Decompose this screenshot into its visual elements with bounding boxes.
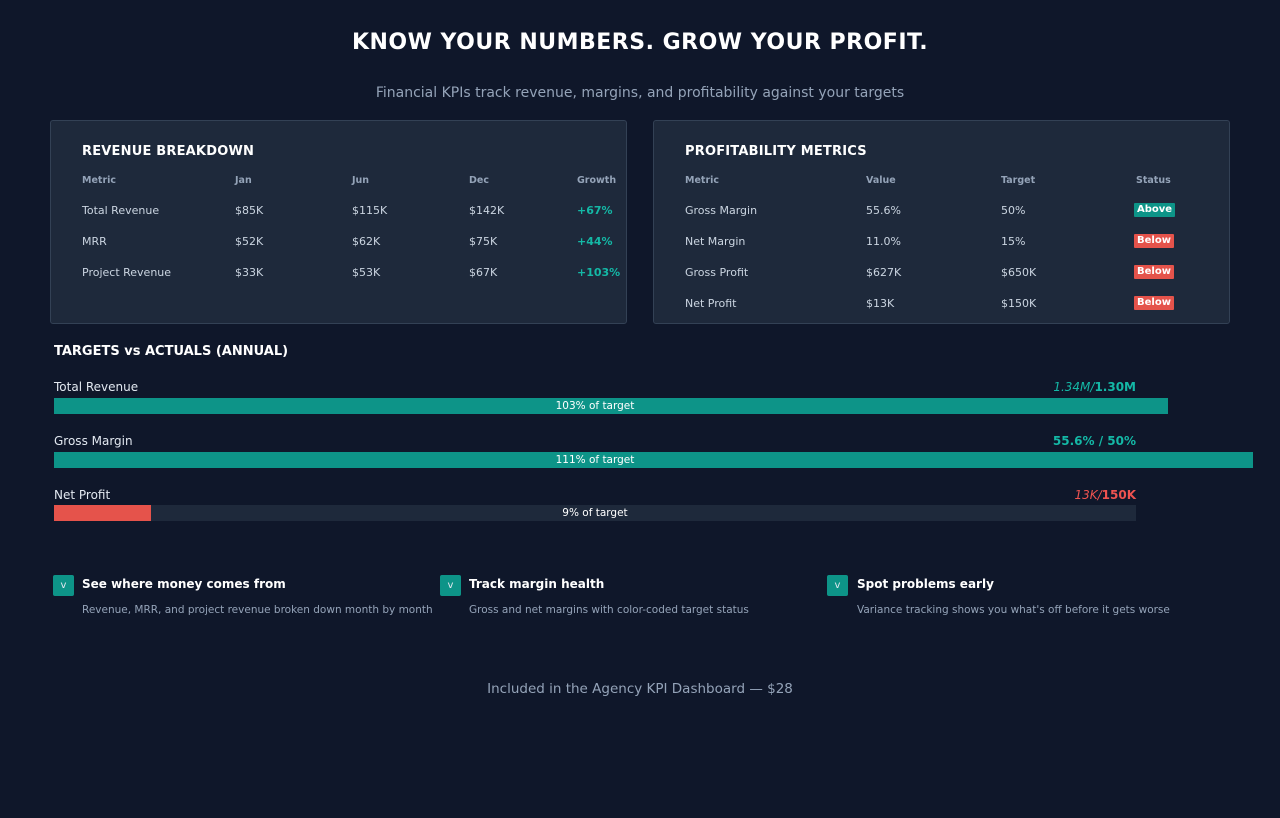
status-badge: Below: [1134, 296, 1174, 310]
feature-description: Revenue, MRR, and project revenue broken…: [82, 604, 433, 616]
feature-title: See where money comes from: [82, 577, 286, 591]
profit-header-metric: Metric: [685, 175, 720, 186]
progress-text: 103% of target: [555, 400, 635, 412]
check-icon: v: [440, 575, 461, 596]
revenue-cell-metric: Project Revenue: [82, 266, 172, 279]
progress-target: 150K: [1101, 488, 1136, 502]
revenue-header-jun: Jun: [352, 175, 370, 186]
revenue-header-jan: Jan: [235, 175, 252, 186]
profit-cell-metric: Net Margin: [685, 235, 746, 248]
progress-track: 103% of target: [54, 398, 1169, 414]
targets-section-title: TARGETS vs ACTUALS (ANNUAL): [54, 344, 289, 359]
revenue-cell-jun: $53K: [352, 266, 381, 279]
progress-label: Net Profit: [54, 488, 111, 502]
revenue-cell-jan: $52K: [235, 235, 264, 248]
status-badge: Below: [1134, 265, 1174, 279]
revenue-cell-metric: MRR: [82, 235, 107, 248]
hero-title: KNOW YOUR NUMBERS. GROW YOUR PROFIT.: [351, 30, 929, 55]
profit-header-status: Status: [1136, 175, 1171, 186]
progress-actual: 13K/: [1074, 488, 1102, 502]
profit-cell-target: $650K: [1001, 266, 1037, 279]
revenue-breakdown-title: REVENUE BREAKDOWN: [82, 144, 255, 159]
progress-target: 50%: [1107, 434, 1136, 448]
revenue-cell-jan: $85K: [235, 204, 264, 217]
profit-header-target: Target: [1001, 175, 1036, 186]
revenue-header-growth: Growth: [577, 175, 617, 186]
profit-cell-metric: Gross Profit: [685, 266, 749, 279]
profit-cell-target: 50%: [1001, 204, 1026, 217]
revenue-header-metric: Metric: [82, 175, 117, 186]
revenue-cell-dec: $142K: [469, 204, 505, 217]
feature-title: Track margin health: [469, 577, 605, 591]
progress-actual: 1.34M/: [1053, 380, 1095, 394]
profit-cell-value: $13K: [866, 297, 895, 310]
profitability-metrics-card: PROFITABILITY METRICS Metric Value Targe…: [653, 120, 1230, 324]
feature-title: Spot problems early: [857, 577, 994, 591]
progress-label: Gross Margin: [54, 434, 133, 448]
progress-text: 111% of target: [555, 454, 635, 466]
revenue-cell-metric: Total Revenue: [82, 204, 160, 217]
status-badge: Below: [1134, 234, 1174, 248]
progress-track: 9% of target: [54, 505, 1136, 521]
hero-subtitle: Financial KPIs track revenue, margins, a…: [375, 85, 905, 101]
progress-track: 111% of target: [54, 452, 1253, 468]
progress-value: 1.34M/1.30M: [1053, 380, 1136, 394]
progress-value: 13K/150K: [1074, 488, 1136, 502]
check-icon: v: [53, 575, 74, 596]
revenue-cell-dec: $75K: [469, 235, 498, 248]
progress-target: 1.30M: [1094, 380, 1136, 394]
profitability-metrics-title: PROFITABILITY METRICS: [685, 144, 867, 159]
feature-description: Variance tracking shows you what's off b…: [857, 604, 1170, 616]
profit-cell-target: $150K: [1001, 297, 1037, 310]
check-icon: v: [827, 575, 848, 596]
profit-cell-metric: Net Profit: [685, 297, 737, 310]
revenue-cell-dec: $67K: [469, 266, 498, 279]
progress-label: Total Revenue: [54, 380, 139, 394]
status-badge: Above: [1134, 203, 1176, 217]
progress-text: 9% of target: [562, 507, 628, 519]
profit-cell-value: 55.6%: [866, 204, 901, 217]
feature-description: Gross and net margins with color-coded t…: [469, 604, 749, 616]
profit-cell-value: 11.0%: [866, 235, 901, 248]
profit-cell-target: 15%: [1001, 235, 1026, 248]
progress-value: 55.6% / 50%: [1053, 434, 1136, 448]
progress-actual: 55.6% /: [1052, 434, 1108, 448]
profit-cell-metric: Gross Margin: [685, 204, 758, 217]
profit-cell-value: $627K: [866, 266, 902, 279]
footer-pricing: Included in the Agency KPI Dashboard — $…: [487, 681, 793, 697]
revenue-header-dec: Dec: [469, 175, 489, 186]
revenue-breakdown-card: REVENUE BREAKDOWN Metric Jan Jun Dec Gro…: [50, 120, 627, 324]
profit-header-value: Value: [866, 175, 896, 186]
revenue-cell-growth: +44%: [577, 235, 613, 248]
revenue-cell-jun: $115K: [352, 204, 388, 217]
revenue-cell-jun: $62K: [352, 235, 381, 248]
revenue-cell-growth: +103%: [577, 266, 621, 279]
revenue-cell-growth: +67%: [577, 204, 613, 217]
revenue-cell-jan: $33K: [235, 266, 264, 279]
